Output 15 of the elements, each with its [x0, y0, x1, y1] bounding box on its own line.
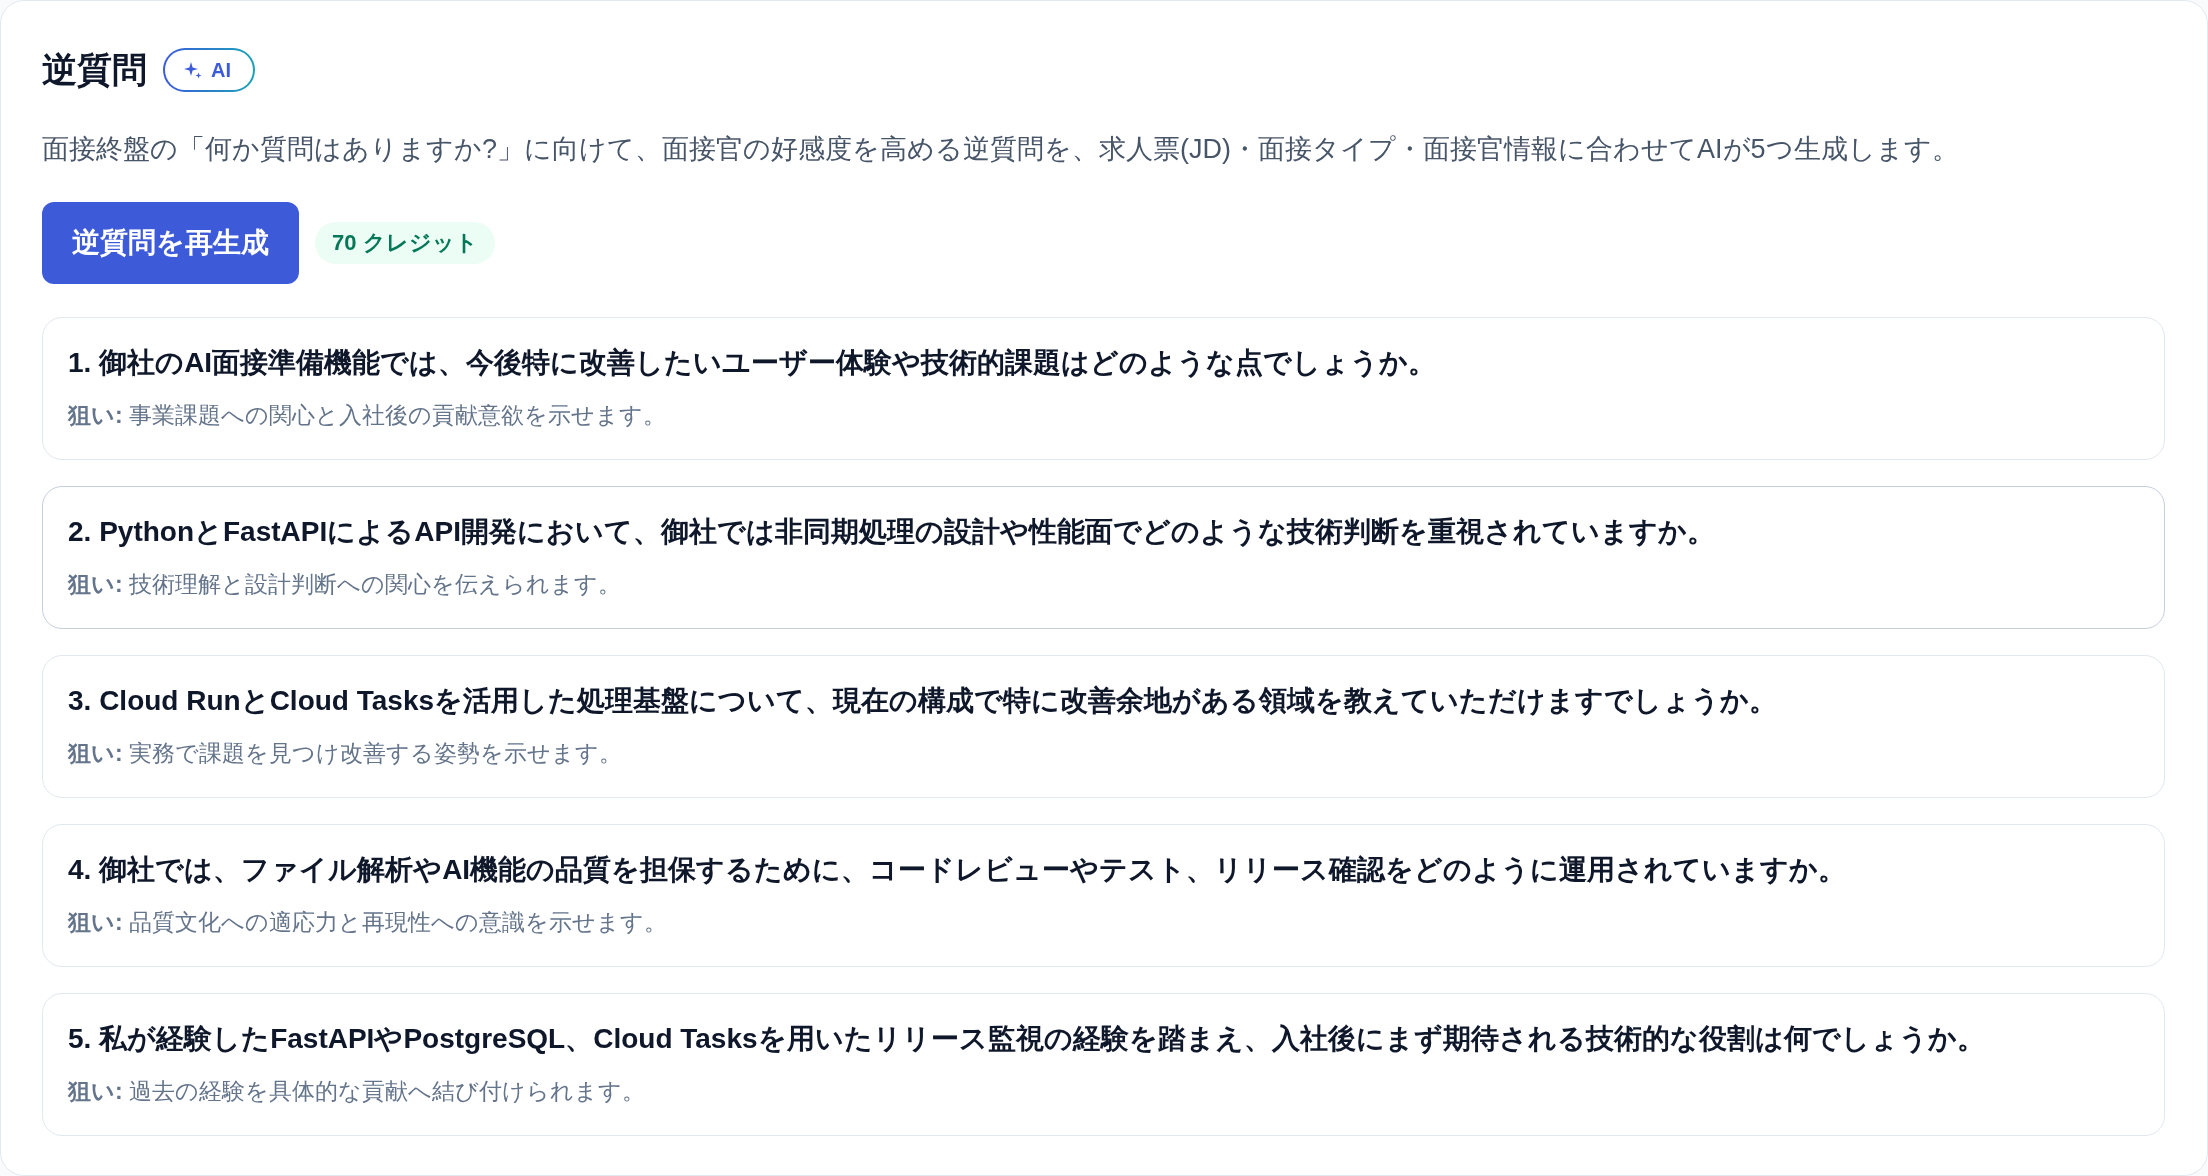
aim-text: 狙い: 品質文化への適応力と再現性への意識を示せます。	[68, 908, 669, 937]
question-text: 3. Cloud RunとCloud Tasksを活用した処理基盤について、現在の構成で特に改善余地がある領域を教えていただけますでしょうか。	[68, 684, 1779, 718]
question-text: 4. 御社では、ファイル解析やAI機能の品質を担保するために、コードレビューやテスト、リリース確認をどのように運用されていますか。	[68, 853, 1848, 887]
aim-text: 狙い: 過去の経験を具体的な貢献へ結び付けられます。	[68, 1077, 647, 1106]
question-text: 1. 御社のAI面接準備機能では、今後特に改善したいユーザー体験や技術的課題はどのような点でしょうか。	[68, 346, 1438, 380]
section-title: 逆質問	[42, 49, 147, 91]
regenerate-button[interactable]: 逆質問を再生成	[42, 202, 299, 284]
question-text: 5. 私が経験したFastAPIやPostgreSQL、Cloud Tasksを用いたリリース監視の経験を踏まえ、入社後にまず期待される技術的な役割は何でしょうか。	[68, 1022, 1986, 1056]
aim-text: 狙い: 実務で課題を見つけ改善する姿勢を示せます。	[68, 739, 624, 768]
question-text: 2. PythonとFastAPIによるAPI開発において、御社では非同期処理の設計や性能面でどのような技術判断を重視されていますか。	[68, 515, 1716, 549]
aim-text: 狙い: 事業課題への関心と入社後の貢献意欲を示せます。	[68, 401, 668, 430]
aim-text: 狙い: 技術理解と設計判断への関心を伝えられます。	[68, 570, 623, 599]
description-text: 面接終盤の「何か質問はありますか?」に向けて、面接官の好感度を高める逆質問を、求人票(JD)・面接タイプ・面接官情報に合わせてAIが5つ生成します。	[42, 133, 1960, 166]
credit-balance: 70 クレジット	[315, 222, 495, 264]
ai-label: AI	[211, 60, 231, 80]
